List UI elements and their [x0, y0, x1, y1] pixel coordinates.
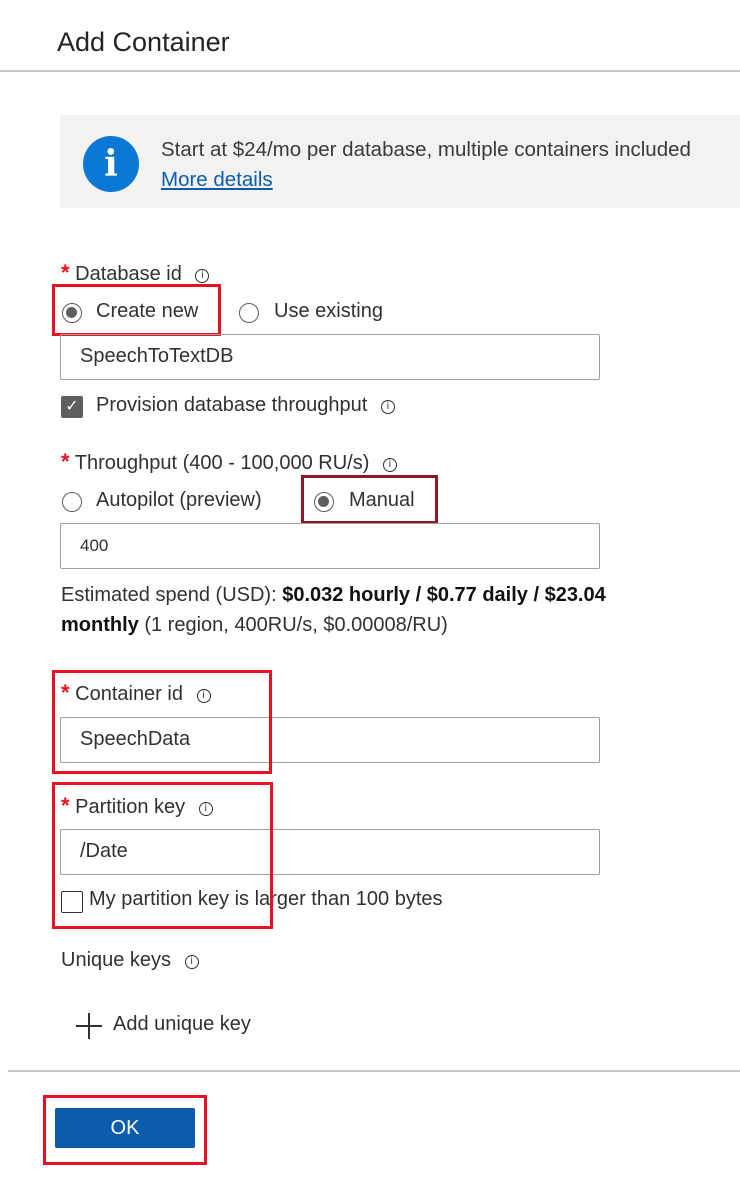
panel-title: Add Container	[57, 27, 230, 57]
manual-highlight	[301, 475, 438, 524]
autopilot-label[interactable]: Autopilot (preview)	[96, 489, 262, 512]
add-unique-key-button[interactable]: Add unique key	[113, 1013, 251, 1036]
throughput-info-icon[interactable]: i	[382, 458, 397, 472]
ok-highlight	[43, 1095, 207, 1165]
provision-info-icon[interactable]: i	[380, 400, 395, 414]
banner-text: Start at $24/mo per database, multiple c…	[161, 138, 691, 161]
required-asterisk: *	[61, 260, 70, 285]
spend-prefix: Estimated spend (USD):	[61, 584, 277, 606]
create-new-highlight	[52, 284, 221, 336]
database-id-info-icon[interactable]: i	[195, 269, 210, 283]
header-divider	[0, 70, 740, 72]
database-id-label: * Database id i	[61, 260, 210, 286]
spend-monthly: monthly	[61, 614, 139, 636]
more-details-link[interactable]: More details	[161, 168, 273, 192]
required-asterisk: *	[61, 449, 70, 474]
use-existing-label[interactable]: Use existing	[274, 300, 383, 323]
estimated-spend: Estimated spend (USD): $0.032 hourly / $…	[61, 580, 701, 640]
partition-key-highlight	[52, 782, 273, 929]
throughput-label-text: Throughput (400 - 100,000 RU/s)	[74, 452, 370, 474]
use-existing-radio[interactable]	[239, 303, 259, 323]
autopilot-radio[interactable]	[62, 492, 82, 512]
spend-details: (1 region, 400RU/s, $0.00008/RU)	[144, 614, 448, 636]
unique-keys-label: Unique keys i	[61, 949, 199, 972]
throughput-input[interactable]: 400	[60, 523, 600, 569]
unique-keys-info-icon[interactable]: i	[184, 955, 199, 969]
footer-divider	[8, 1070, 740, 1072]
provision-throughput-text: Provision database throughput	[96, 394, 368, 416]
provision-throughput-checkbox[interactable]: ✓	[61, 396, 83, 418]
info-icon: i	[83, 136, 139, 192]
add-icon[interactable]	[76, 1013, 102, 1039]
unique-keys-label-text: Unique keys	[61, 949, 172, 971]
spend-amounts: $0.032 hourly / $0.77 daily / $23.04	[282, 584, 606, 606]
container-id-highlight	[52, 670, 272, 774]
database-id-label-text: Database id	[75, 263, 182, 285]
throughput-label: * Throughput (400 - 100,000 RU/s) i	[61, 449, 397, 475]
provision-throughput-label: Provision database throughput i	[96, 394, 395, 417]
database-id-input[interactable]: SpeechToTextDB	[60, 334, 600, 380]
